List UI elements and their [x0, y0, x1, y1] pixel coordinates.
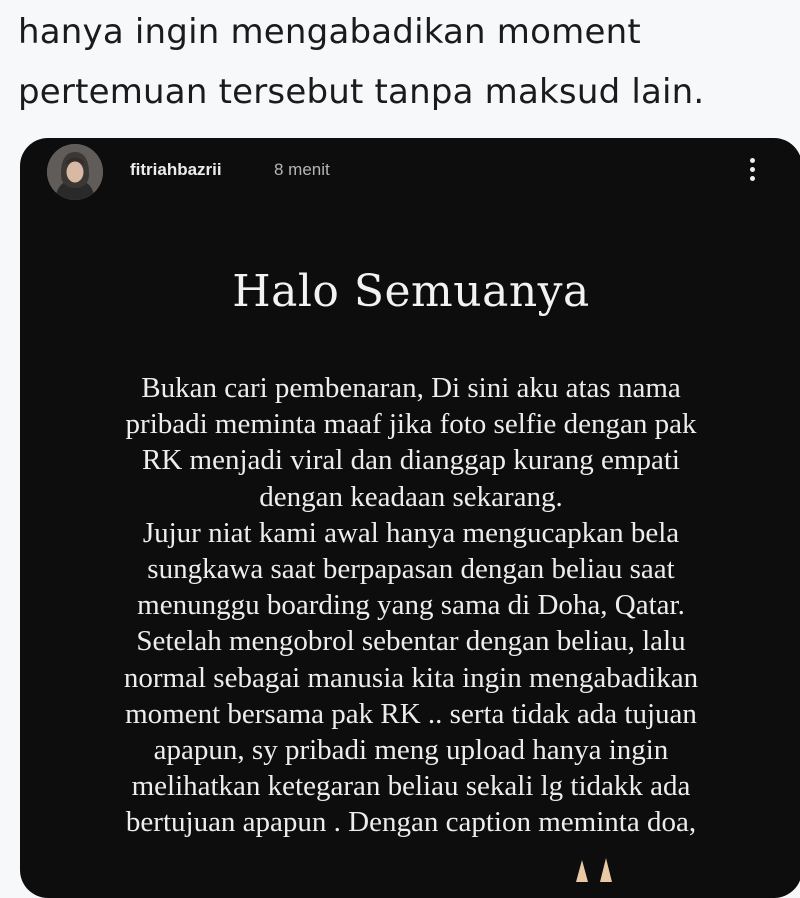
- story-body-line: Jujur niat kami awal hanya mengucapkan b…: [142, 516, 680, 549]
- story-body-line: pribadi meminta maaf jika foto selfie de…: [125, 408, 697, 441]
- praying-hands-icon: [560, 852, 640, 882]
- story-body-line: menunggu boarding yang sama di Doha, Qat…: [137, 589, 685, 622]
- tweet-text: hanya ingin mengabadikan moment pertemua…: [18, 2, 788, 122]
- story-body-line: Setelah mengobrol sebentar dengan beliau…: [136, 625, 686, 658]
- story-body: Bukan cari pembenaran, Di sini aku atas …: [46, 370, 776, 841]
- story-body-line: normal sebagai manusia kita ingin mengab…: [123, 661, 699, 694]
- story-body-line: moment bersama pak RK .. serta tidak ada…: [125, 697, 697, 730]
- story-title: Halo Semuanya: [232, 266, 590, 317]
- profile-photo-icon: [47, 144, 103, 200]
- story-body-line: Bukan cari pembenaran, Di sini aku atas …: [141, 372, 681, 404]
- story-header: fitriahbazrii 8 menit: [20, 138, 800, 210]
- story-card[interactable]: fitriahbazrii 8 menit Halo Semuanya Buka…: [20, 138, 800, 898]
- story-body-line: RK menjadi viral dan dianggap kurang emp…: [142, 444, 680, 477]
- tweet-line: hanya ingin mengabadikan moment: [18, 12, 641, 52]
- story-body-line: melihatkan ketegaran beliau sekali lg ti…: [131, 770, 691, 803]
- avatar[interactable]: [47, 144, 103, 200]
- more-vertical-icon[interactable]: [740, 154, 764, 190]
- story-username[interactable]: fitriahbazrii: [130, 160, 222, 180]
- tweet-line: pertemuan tersebut tanpa maksud lain.: [18, 72, 705, 112]
- story-body-line: sungkawa saat berpapasan dengan beliau s…: [147, 553, 675, 586]
- story-body-line: apapun, sy pribadi meng upload hanya ing…: [153, 734, 669, 767]
- story-body-line: bertujuan apapun . Dengan caption memint…: [125, 806, 697, 839]
- story-body-line: dengan keadaan sekarang.: [259, 480, 563, 513]
- story-time: 8 menit: [274, 160, 330, 179]
